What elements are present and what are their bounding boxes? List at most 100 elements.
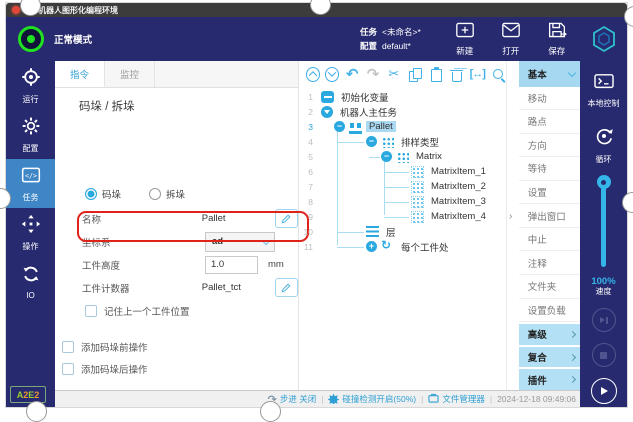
tab[interactable]: 监控 (105, 61, 155, 87)
delete-icon[interactable] (448, 66, 464, 83)
step-forward-button[interactable] (592, 308, 616, 332)
task-value: <未命名>* (382, 27, 421, 37)
stop-button[interactable] (592, 343, 616, 367)
local-control-button[interactable]: 本地控制 (588, 73, 620, 109)
panel-item[interactable]: 注释 (519, 251, 580, 275)
panel-item[interactable]: 方向 (519, 134, 580, 158)
file-manager-status[interactable]: 文件管理器 (428, 393, 485, 405)
panel-section[interactable]: 复合 (519, 347, 580, 368)
status-green-icon (18, 26, 44, 52)
step-forward-icon (600, 317, 605, 323)
panel-section[interactable]: 插件 (519, 369, 580, 390)
sidebar-item-io[interactable]: IO (6, 257, 55, 306)
expand-all-icon[interactable] (325, 67, 339, 82)
tree-connector-line (337, 131, 338, 245)
window-close-icon[interactable] (12, 6, 20, 14)
new-button[interactable]: 新建 (455, 21, 475, 57)
counter-edit-button[interactable] (275, 278, 298, 297)
speed-readout: 100% 速度 (591, 277, 615, 297)
panel-item[interactable]: 等待 (519, 157, 580, 181)
tree-row[interactable]: 5 Matrix (299, 149, 506, 164)
sidebar: 运行 配置 </> 任务 操作 IO A2E2 (6, 61, 55, 407)
panel-item[interactable]: 文件夹 (519, 275, 580, 299)
center-column: 指令监控 码垛 / 拆垛 码垛拆垛 名称 Pallet 坐标系 ad (55, 61, 580, 407)
undo-icon[interactable] (344, 66, 360, 83)
extra-checkboxes: 添加码垛前操作添加码垛后操作 (55, 335, 298, 384)
sidebar-item-label: 运行 (23, 94, 39, 105)
cut-icon[interactable] (386, 66, 402, 83)
loop-button[interactable]: 循环 (593, 125, 615, 165)
radio-option[interactable]: 拆垛 (149, 187, 185, 201)
collapse-toggle-icon[interactable] (381, 151, 392, 162)
panel-section[interactable]: 高级 (519, 324, 580, 345)
panel-item[interactable]: 设置负载 (519, 299, 580, 323)
frame-field-row: 坐标系 ad (55, 230, 298, 253)
line-number: 3 (299, 122, 315, 132)
tree-row[interactable]: 4 排样类型 (299, 134, 506, 149)
tree-row[interactable]: 7 MatrixItem_2 (299, 179, 506, 194)
tree-row[interactable]: 8 MatrixItem_3 (299, 194, 506, 209)
tree-row[interactable]: 6 MatrixItem_1 (299, 164, 506, 179)
line-number: 7 (299, 182, 315, 192)
height-input[interactable]: 1.0 (205, 256, 258, 274)
panel-item[interactable]: 弹出窗口 (519, 204, 580, 228)
file-manager-icon (428, 393, 439, 405)
tree-row[interactable]: 2 机器人主任务 (299, 104, 506, 119)
collapse-toggle-icon[interactable] (334, 121, 345, 132)
redo-icon[interactable] (365, 66, 381, 83)
copy-icon[interactable] (407, 66, 423, 83)
save-button-label: 保存 (548, 45, 565, 57)
open-button[interactable]: 打开 (501, 21, 521, 57)
panel-gutter: › (506, 61, 519, 390)
sidebar-item-operate[interactable]: 操作 (6, 208, 55, 257)
extra-checkbox[interactable]: 添加码垛前操作 (62, 340, 298, 354)
panel-item[interactable]: 路点 (519, 110, 580, 134)
slider-handle[interactable] (597, 175, 611, 189)
tree-row[interactable]: 11 每个工件处 (299, 239, 506, 254)
speed-slider[interactable] (601, 181, 606, 267)
tree-row[interactable]: 9 MatrixItem_4 (299, 209, 506, 224)
tree-row[interactable]: 1 初始化变量 (299, 89, 506, 104)
stop-icon (600, 352, 607, 359)
frame-label: 坐标系 (82, 235, 205, 249)
new-button-label: 新建 (456, 45, 473, 57)
foreach-icon (381, 241, 394, 253)
paste-icon[interactable] (428, 66, 444, 83)
collapse-all-icon[interactable] (306, 67, 320, 82)
save-button[interactable]: 保存 (547, 21, 567, 57)
tree-row-label: MatrixItem_1 (428, 166, 489, 177)
chevron-right-icon (569, 331, 576, 338)
sidebar-item-task[interactable]: </> 任务 (6, 159, 55, 208)
tree-row[interactable]: 10 层 (299, 224, 506, 239)
panel-collapse-arrow-icon[interactable]: › (509, 211, 512, 222)
collision-status[interactable]: 碰撞检测开启(50%) (328, 393, 416, 406)
radio-icon (85, 188, 97, 200)
panel-item[interactable]: 移动 (519, 87, 580, 111)
move-arrows-icon (21, 214, 41, 239)
collapse-toggle-icon[interactable] (366, 241, 377, 252)
expand-sel-icon[interactable] (469, 66, 485, 83)
extra-checkbox[interactable]: 添加码垛后操作 (62, 362, 298, 376)
search-icon[interactable] (490, 66, 506, 83)
sidebar-item-config[interactable]: 配置 (6, 110, 55, 159)
play-button[interactable] (591, 378, 617, 404)
status-badge: A2E2 (10, 386, 46, 403)
sidebar-item-label: IO (26, 291, 34, 300)
tab[interactable]: 指令 (55, 61, 105, 87)
panel-section-basic[interactable]: 基本 (519, 61, 580, 87)
collision-icon (328, 393, 339, 406)
sidebar-item-run[interactable]: 运行 (6, 61, 55, 110)
tree-row-label: Matrix (413, 151, 445, 162)
panel-item[interactable]: 中止 (519, 228, 580, 252)
panel-item[interactable]: 设置 (519, 181, 580, 205)
frame-dropdown[interactable]: ad (205, 232, 275, 252)
tree-row[interactable]: 3 Pallet (299, 119, 506, 134)
counter-field-row: 工件计数器 Pallet_tct (55, 276, 298, 299)
remember-checkbox[interactable]: 记住上一个工件位置 (85, 304, 298, 318)
name-edit-button[interactable] (275, 209, 298, 228)
loop-label: 循环 (596, 154, 612, 165)
frame-value: ad (212, 236, 223, 247)
pallet-icon (349, 119, 362, 134)
collapse-toggle-icon[interactable] (366, 136, 377, 147)
radio-option[interactable]: 码垛 (85, 187, 121, 201)
